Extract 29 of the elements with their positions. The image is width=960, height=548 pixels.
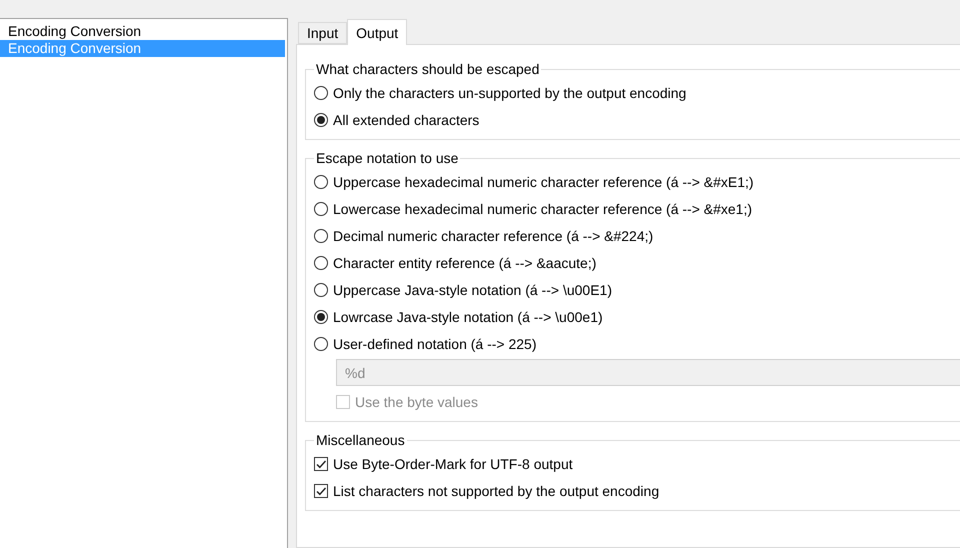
radio-button[interactable] <box>314 112 328 126</box>
radio-button[interactable] <box>314 310 328 324</box>
radio-label: Only the characters un-supported by the output encoding <box>333 84 686 100</box>
radio-label: Character entity reference (á --> &aacute;) <box>333 254 596 270</box>
checkbox-label: Use the byte values <box>355 394 478 410</box>
checkbox-label: Use Byte-Order-Mark for UTF-8 output <box>333 456 573 472</box>
radio-label: Lowrcase Java-style notation (á --> \u00e1) <box>333 308 603 324</box>
tree-item[interactable]: Encoding Conversion <box>0 23 285 40</box>
radio-label: Uppercase Java-style notation (á --> \u00E1) <box>333 282 612 298</box>
radio-button[interactable] <box>314 202 328 216</box>
group-title: Escape notation to use <box>315 150 460 166</box>
radio-button[interactable] <box>314 336 328 350</box>
radio-button[interactable] <box>314 282 328 296</box>
tab[interactable]: Input <box>298 22 348 44</box>
radio-button[interactable] <box>314 228 328 242</box>
radio-label: User-defined notation (á --> 225) <box>333 336 536 352</box>
radio-label: Decimal numeric character reference (á --> &#224;) <box>333 228 654 244</box>
checkbox[interactable] <box>314 456 328 470</box>
radio-button[interactable] <box>314 86 328 100</box>
radio-label: All extended characters <box>333 112 480 128</box>
checkbox[interactable] <box>314 484 328 498</box>
group-title: Miscellaneous <box>315 432 406 448</box>
tab[interactable]: Output <box>347 19 408 45</box>
radio-button[interactable] <box>314 174 328 188</box>
radio-label: Lowercase hexadecimal numeric character reference (á --> &#xe1;) <box>333 200 752 216</box>
radio-label: Uppercase hexadecimal numeric character reference (á --> &#xE1;) <box>333 174 754 190</box>
group-title: What characters should be escaped <box>315 61 540 77</box>
radio-button[interactable] <box>314 256 328 270</box>
checkbox-label: List characters not supported by the output encoding <box>333 482 660 498</box>
